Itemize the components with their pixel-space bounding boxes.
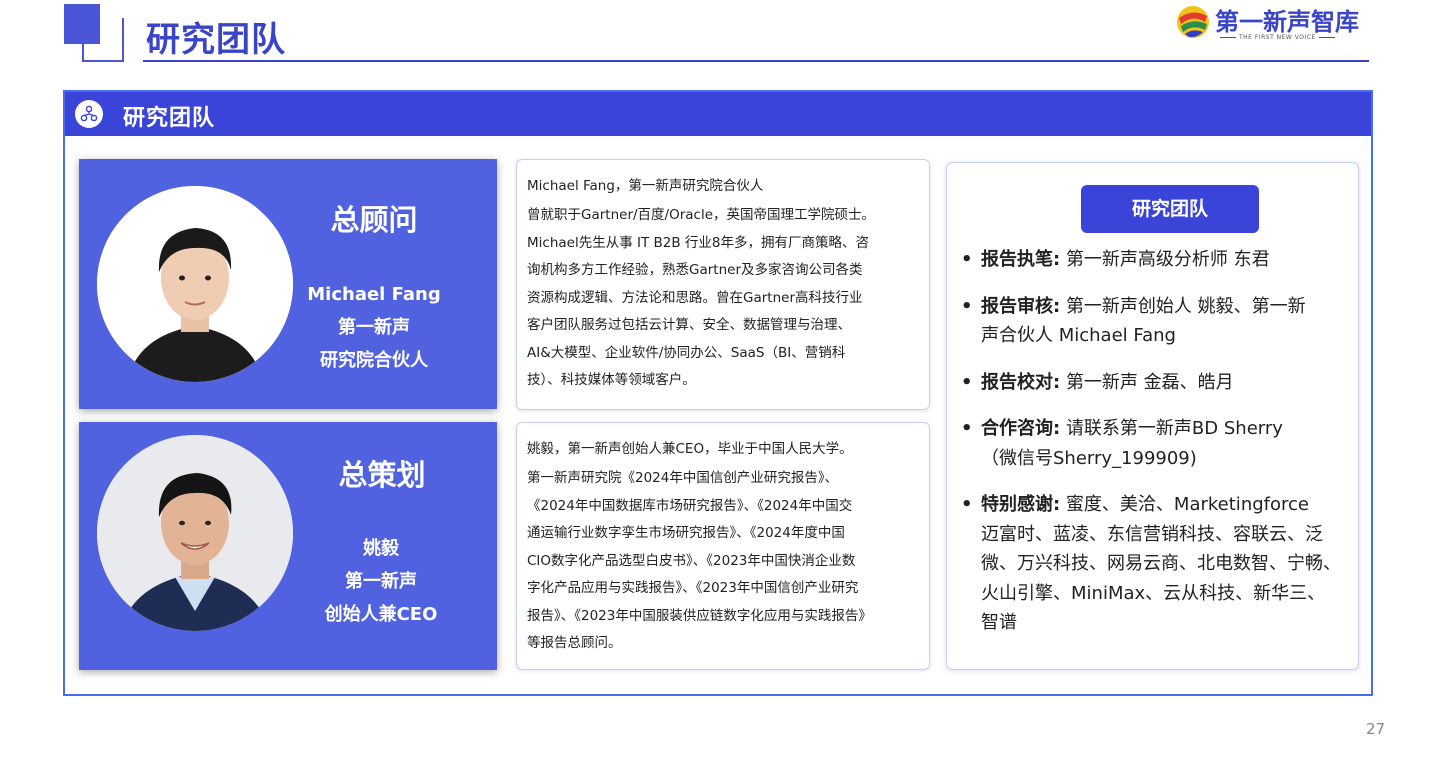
title-rule [143,60,1369,62]
planner-card: 总策划 姚毅 第一新声 创始人兼CEO [79,422,497,670]
team-item-key: 报告审核: [981,295,1061,317]
page-number: 27 [1366,720,1386,738]
bio-line: 第一新声研究院《2024年中国信创产业研究报告》、 [527,470,839,486]
panel-title-bar: 研究团队 [65,92,1371,136]
advisor-avatar [97,186,293,382]
planner-org: 第一新声 [345,571,417,592]
advisor-info: Michael Fang 第一新声 研究院合伙人 [284,278,464,377]
team-button[interactable]: 研究团队 [1081,185,1259,233]
advisor-bio-body: 曾就职于Gartner/百度/Oracle，英国帝国理工学院硕士。 Michae… [527,202,919,395]
advisor-card: 总顾问 Michael Fang 第一新声 研究院合伙人 [79,159,497,409]
brand-logo: 第一新声智库 THE FIRST NEW VOICE [1175,2,1375,44]
planner-role: 总策划 [338,458,426,492]
planner-bio: 姚毅，第一新声创始人兼CEO，毕业于中国人民大学。 第一新声研究院《2024年中… [516,422,930,670]
page-title: 研究团队 [146,20,286,60]
planner-bio-body: 第一新声研究院《2024年中国信创产业研究报告》、 《2024年中国数据库市场研… [527,465,919,658]
team-item-value: 第一新声创始人 姚毅、第一新 [1065,295,1306,317]
advisor-org: 第一新声 [338,317,410,338]
bio-line: 资源构成逻辑、方法论和思路。曾在Gartner高科技行业 [527,289,863,306]
bio-line: AI&大模型、企业软件/协同办公、SaaS（BI、营销科 [527,344,846,361]
network-icon [75,100,103,128]
team-item-reviewer: 报告审核: 第一新声创始人 姚毅、第一新 声合伙人 Michael Fang [961,292,1351,351]
planner-avatar [97,435,293,631]
team-item-writer: 报告执笔: 第一新声高级分析师 东君 [961,245,1351,275]
team-item-value: 蜜度、美洽、Marketingforce [1065,494,1309,515]
team-item-value: （微信号Sherry_199909) [981,447,1197,469]
header-decoration-frame-left [82,18,124,60]
team-box: 研究团队 报告执笔: 第一新声高级分析师 东君 报告审核: 第一新声创始人 姚毅… [946,162,1359,670]
advisor-bio-lead: Michael Fang，第一新声研究院合伙人 [527,178,764,194]
bio-line: 通运输行业数字孪生市场研究报告》、《2024年度中国 [527,525,845,541]
advisor-bio: Michael Fang，第一新声研究院合伙人 曾就职于Gartner/百度/O… [516,159,930,410]
logo-mark-icon [1177,6,1209,38]
team-item-value: 请联系第一新声BD Sherry [1065,418,1283,439]
team-item-value: 微、万兴科技、网易云商、北电数智、宁畅、 [981,553,1341,574]
logo-text: 第一新声智库 [1215,8,1359,36]
planner-name: 姚毅 [363,538,399,559]
planner-info: 姚毅 第一新声 创始人兼CEO [291,532,471,631]
team-item-value: 第一新声 金磊、皓月 [1065,371,1234,393]
bio-line: 《2024年中国数据库市场研究报告》、《2024年中国交 [527,497,853,514]
bio-line: 字化产品应用与实践报告》、《2023年中国信创产业研究 [527,580,859,596]
team-item-value: 第一新声高级分析师 东君 [1065,249,1270,270]
team-list: 报告执笔: 第一新声高级分析师 东君 报告审核: 第一新声创始人 姚毅、第一新 … [961,245,1351,655]
advisor-name: Michael Fang [307,284,441,305]
team-item-proofreader: 报告校对: 第一新声 金磊、皓月 [961,368,1351,398]
logo-subtitle: THE FIRST NEW VOICE [1217,34,1338,41]
team-item-key: 报告校对: [981,371,1061,393]
team-item-value: 火山引擎、MiniMax、云从科技、新华三、 [981,582,1326,604]
bio-line: CIO数字化产品选型白皮书》、《2023年中国快消企业数 [527,552,856,569]
bio-line: 客户团队服务过包括云计算、安全、数据管理与治理、 [527,317,851,333]
bio-line: 等报告总顾问。 [527,635,622,651]
advisor-role: 总顾问 [330,203,418,237]
team-item-key: 报告执笔: [981,249,1061,270]
panel-title: 研究团队 [123,106,216,131]
planner-position: 创始人兼CEO [324,604,438,625]
bio-line: Michael先生从事 IT B2B 行业8年多，拥有厂商策略、咨 [527,234,870,251]
team-item-value: 智谱 [981,612,1017,633]
team-item-key: 特别感谢: [981,494,1061,515]
team-item-thanks: 特别感谢: 蜜度、美洽、Marketingforce 迈富时、蓝凌、东信营销科技… [961,490,1351,638]
team-item-key: 合作咨询: [981,418,1061,439]
bio-line: 询机构多方工作经验，熟悉Gartner及多家咨询公司各类 [527,262,863,278]
team-item-value: 声合伙人 Michael Fang [981,325,1176,346]
bio-line: 技）、科技媒体等领域客户。 [527,372,696,388]
team-item-value: 迈富时、蓝凌、东信营销科技、容联云、泛 [981,523,1323,545]
bio-line: 报告》、《2023年中国服装供应链数字化应用与实践报告》 [527,607,872,624]
team-item-contact: 合作咨询: 请联系第一新声BD Sherry （微信号Sherry_199909… [961,414,1351,473]
planner-bio-lead: 姚毅，第一新声创始人兼CEO，毕业于中国人民大学。 [527,441,853,457]
bio-line: 曾就职于Gartner/百度/Oracle，英国帝国理工学院硕士。 [527,207,876,223]
advisor-position: 研究院合伙人 [320,350,428,371]
